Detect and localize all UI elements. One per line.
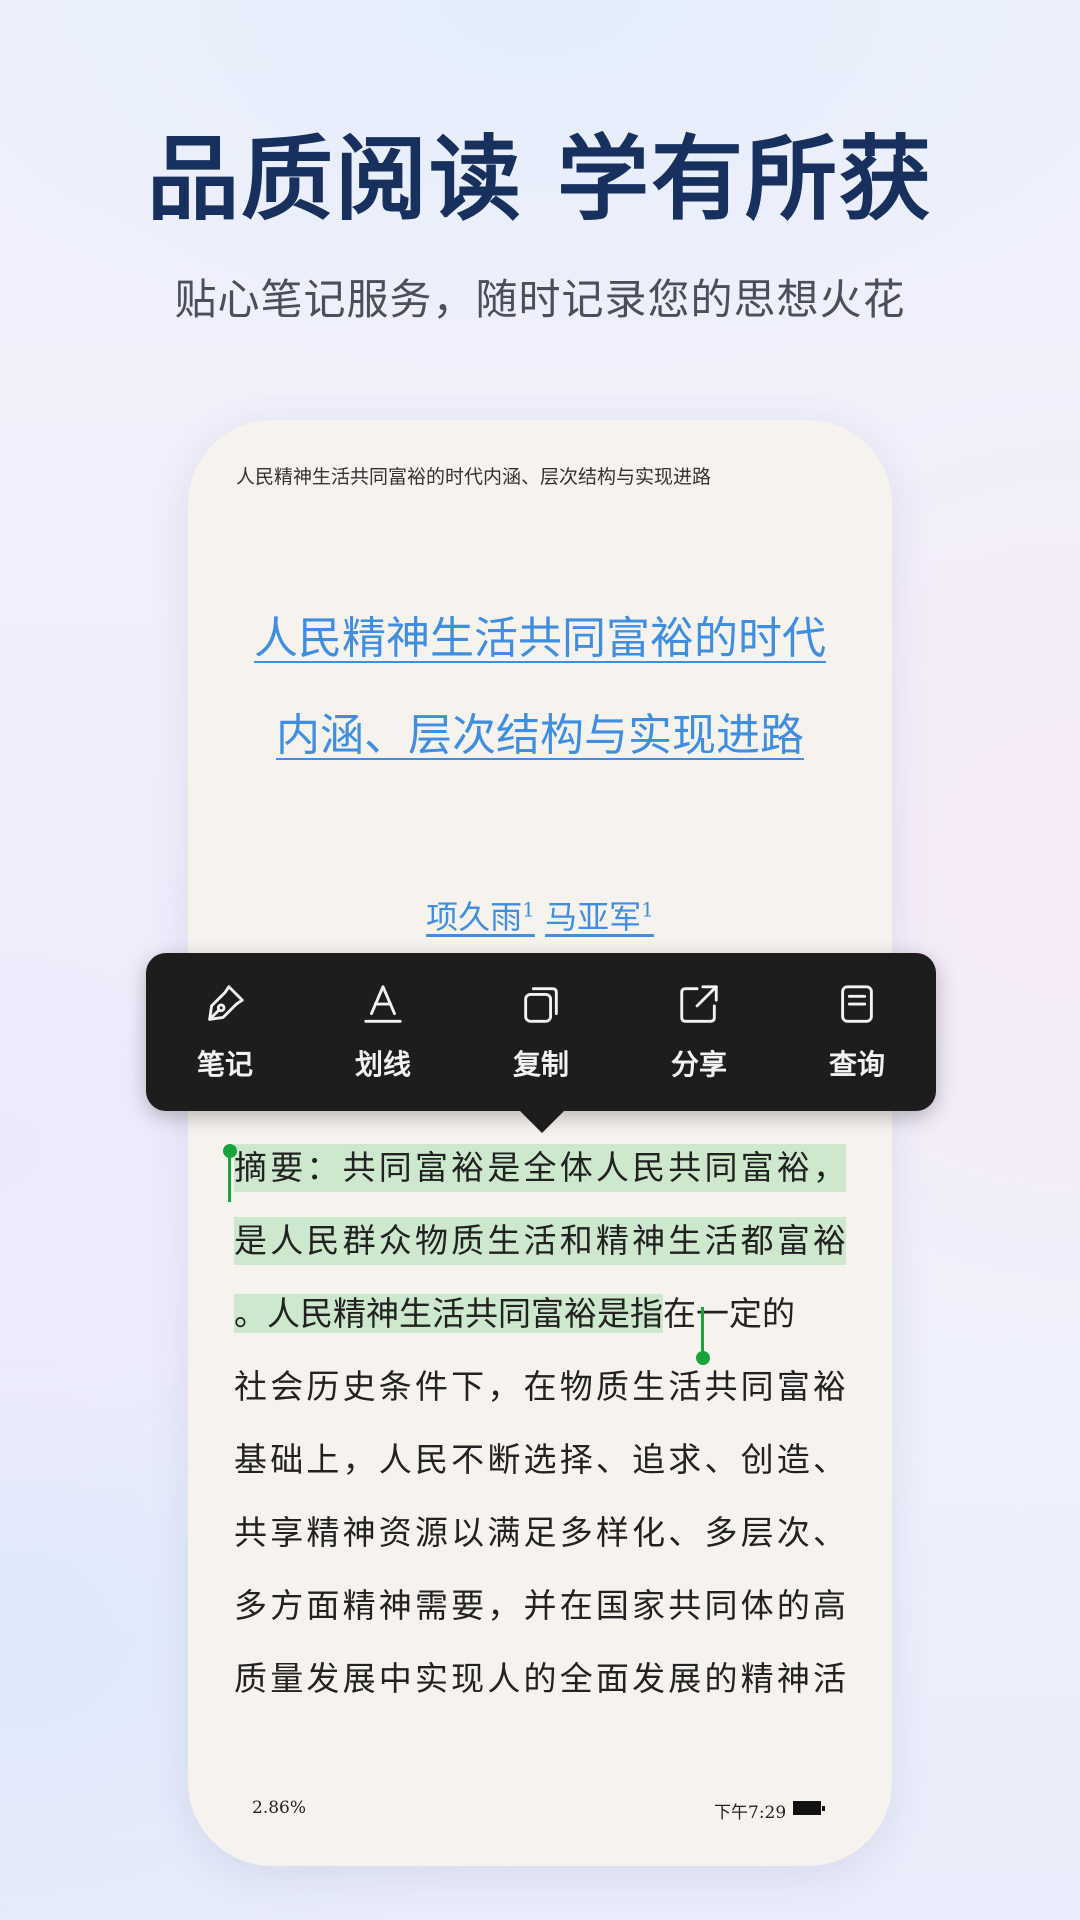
hero-headline: 品质阅读 学有所获 <box>146 126 934 233</box>
selection-start-handle[interactable] <box>228 1152 231 1202</box>
author-name-1[interactable]: 项久雨 <box>426 898 522 936</box>
body-line-8[interactable]: 质量发展中实现人的全面发展的精神活 <box>234 1655 846 1703</box>
author-name-2[interactable]: 马亚军 <box>545 898 641 936</box>
reading-progress: 2.86% <box>252 1798 307 1818</box>
author-affiliation-1: 1 <box>522 897 535 922</box>
author-link-2[interactable]: 马亚军1 <box>545 897 654 936</box>
underline-button-label: 划线 <box>354 1048 411 1081</box>
phone-reader-screen: 人民精神生活共同富裕的时代内涵、层次结构与实现进路 人民精神生活共同富裕的时代 … <box>188 420 892 1866</box>
selection-end-handle[interactable] <box>701 1307 704 1357</box>
selection-toolbar: 笔记 划线 复制 分享 查询 <box>146 953 936 1133</box>
hero-subline: 贴心笔记服务，随时记录您的思想火花 <box>174 275 906 324</box>
body-line-3-rest[interactable]: 在一定的 <box>663 1294 795 1333</box>
article-title[interactable]: 人民精神生活共同富裕的时代 内涵、层次结构与实现进路 <box>216 590 864 784</box>
pen-nib-icon <box>208 985 244 1021</box>
author-affiliation-2: 1 <box>641 897 654 922</box>
body-line-3-selected-part[interactable]: 。人民精神生活共同富裕是指 <box>234 1294 663 1333</box>
lookup-button[interactable]: 查询 <box>792 962 922 1102</box>
body-line-7[interactable]: 多方面精神需要，并在国家共同体的高 <box>234 1582 846 1630</box>
author-list: 项久雨1 马亚军1 <box>188 892 892 938</box>
body-line-2-selected[interactable]: 是人民群众物质生活和精神生活都富裕 <box>234 1217 846 1265</box>
text-underline-icon <box>364 985 402 1023</box>
battery-icon <box>793 1801 825 1815</box>
note-button-label: 笔记 <box>196 1048 253 1081</box>
article-title-line-1[interactable]: 人民精神生活共同富裕的时代 <box>216 590 864 687</box>
body-line-4[interactable]: 社会历史条件下，在物质生活共同富裕 <box>234 1363 846 1411</box>
note-button[interactable]: 笔记 <box>160 962 290 1102</box>
selection-end-handle-dot[interactable] <box>696 1351 710 1365</box>
status-time: 下午7:29 <box>714 1803 787 1823</box>
body-line-3[interactable]: 。人民精神生活共同富裕是指在一定的 <box>234 1290 846 1338</box>
body-line-1-selected[interactable]: 摘要：共同富裕是全体人民共同富裕， <box>234 1144 846 1192</box>
share-button[interactable]: 分享 <box>634 962 764 1102</box>
article-body[interactable]: 摘要：共同富裕是全体人民共同富裕， 是人民群众物质生活和精神生活都富裕 。人民精… <box>234 1144 846 1728</box>
article-title-line-2[interactable]: 内涵、层次结构与实现进路 <box>216 687 864 784</box>
body-line-6[interactable]: 共享精神资源以满足多样化、多层次、 <box>234 1509 846 1557</box>
body-line-5[interactable]: 基础上，人民不断选择、追求、创造、 <box>234 1436 846 1484</box>
lookup-button-label: 查询 <box>828 1048 885 1081</box>
copy-button-label: 复制 <box>512 1048 569 1081</box>
document-search-icon <box>841 985 873 1023</box>
copy-button[interactable]: 复制 <box>476 962 606 1102</box>
underline-button[interactable]: 划线 <box>318 962 448 1102</box>
author-link-1[interactable]: 项久雨1 <box>426 897 535 936</box>
copy-icon <box>524 987 558 1023</box>
share-icon <box>680 985 718 1023</box>
share-button-label: 分享 <box>670 1048 727 1081</box>
running-head: 人民精神生活共同富裕的时代内涵、层次结构与实现进路 <box>236 466 712 488</box>
